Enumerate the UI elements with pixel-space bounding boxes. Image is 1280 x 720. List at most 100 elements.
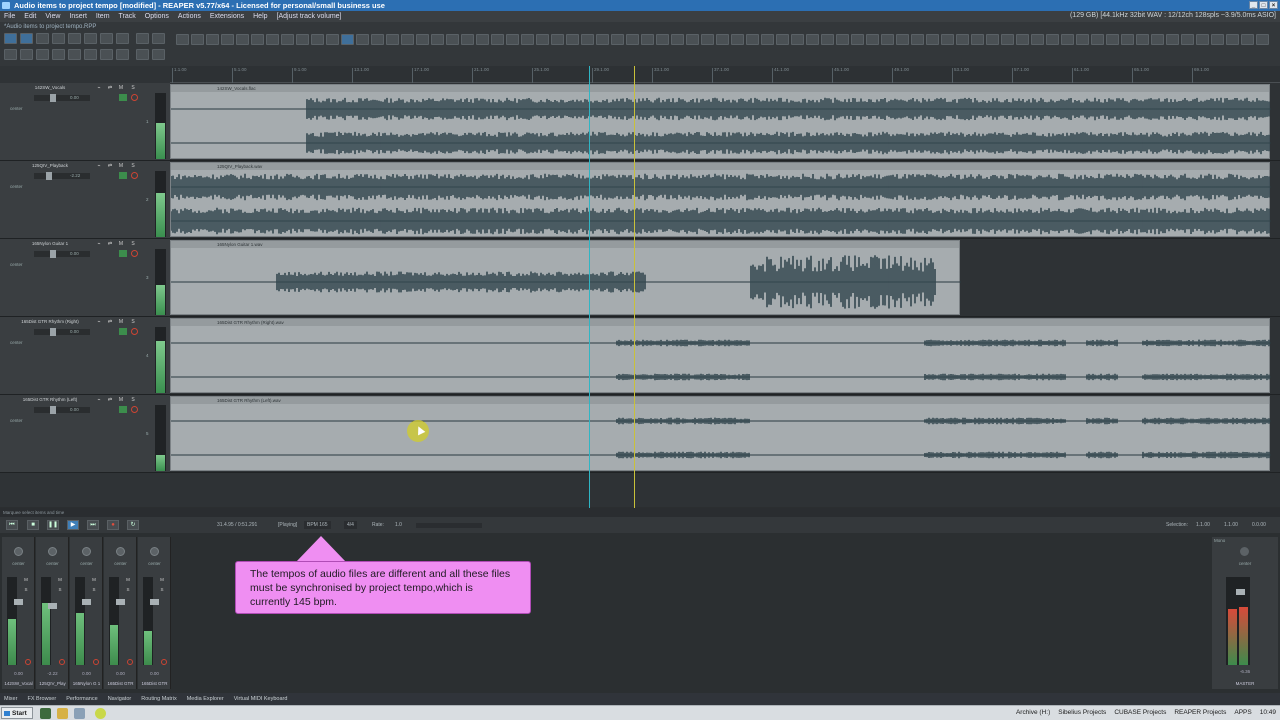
tab-routing-matrix[interactable]: Routing Matrix (141, 696, 176, 702)
toolbar-button[interactable] (1241, 34, 1254, 45)
toolbar-button[interactable] (1046, 34, 1059, 45)
minimize-icon[interactable]: _ (1249, 1, 1258, 9)
toolbar-button[interactable] (281, 34, 294, 45)
toolbar-button[interactable] (656, 34, 669, 45)
tcp-empty-area[interactable] (0, 473, 170, 507)
menu-track[interactable]: Track (119, 13, 136, 20)
track-mute-button[interactable]: M (117, 397, 125, 404)
selection-end[interactable]: 1.1.00 (1224, 522, 1238, 528)
mixer-solo-button[interactable]: S (90, 587, 98, 593)
track-lane[interactable]: 165Dist GTR Rhythm (Right).wav (170, 317, 1280, 395)
toolbar-button[interactable] (956, 34, 969, 45)
start-button[interactable]: Start (1, 707, 33, 719)
repeat-button[interactable]: ↻ (127, 520, 139, 530)
mixer-channel-name[interactable]: 165Nylon G 1 (70, 681, 103, 686)
pause-button[interactable]: ❚❚ (47, 520, 59, 530)
track-solo-button[interactable]: S (129, 85, 137, 92)
mixer-solo-button[interactable]: S (124, 587, 132, 593)
mixer-channel[interactable]: center M S 0.00 165Dist GTR (138, 537, 171, 689)
toolbar-button[interactable] (116, 49, 129, 60)
menu-item[interactable]: Item (96, 13, 110, 20)
mixer-channel-name[interactable]: 165Dist GTR (104, 681, 137, 686)
go-to-end-button[interactable]: ⏭ (87, 520, 99, 530)
track-io-icon[interactable]: ⇄ (106, 241, 114, 248)
mixer-pan-knob[interactable] (14, 547, 23, 556)
toolbar-button[interactable] (152, 49, 165, 60)
media-item[interactable]: 165Nylon Guitar 1.wav (170, 240, 961, 315)
toolbar-button[interactable] (611, 34, 624, 45)
toolbar-button[interactable] (971, 34, 984, 45)
toolbar-button[interactable] (221, 34, 234, 45)
toolbar-button[interactable] (926, 34, 939, 45)
toolbar-button[interactable] (491, 34, 504, 45)
mixer-channel-name[interactable]: 142SW_Vocal (2, 681, 35, 686)
terminal-icon[interactable] (40, 708, 51, 719)
toolbar-button[interactable] (836, 34, 849, 45)
toolbar-button[interactable] (1091, 34, 1104, 45)
toolbar-button[interactable] (416, 34, 429, 45)
track-pan-label[interactable]: center (10, 340, 34, 346)
track-lane[interactable]: 125QIV_Playback.wav (170, 161, 1280, 239)
toolbar-button[interactable] (626, 34, 639, 45)
toolbar-button[interactable] (326, 34, 339, 45)
toolbar-button[interactable] (1121, 34, 1134, 45)
toolbar-button[interactable] (251, 34, 264, 45)
toolbar-button[interactable] (20, 33, 33, 44)
track-name[interactable]: 165Dist GTR Rhythm (Left) (10, 397, 90, 403)
media-item[interactable]: 165Dist GTR Rhythm (Right).wav (170, 318, 1271, 393)
track-control-panel[interactable]: 165Dist GTR Rhythm (Right) ⌁ ⇄ M S 0.00 center… (0, 317, 170, 395)
taskbar-folder-apps[interactable]: APPS (1234, 709, 1251, 716)
stop-button[interactable]: ■ (27, 520, 39, 530)
toolbar-button[interactable] (1001, 34, 1014, 45)
track-fx-toggle[interactable] (119, 250, 127, 257)
mixer-channel[interactable]: center M S 0.00 165Nylon G 1 (70, 537, 103, 689)
tab-mixer[interactable]: Mixer (4, 696, 17, 702)
toolbar-button[interactable] (1211, 34, 1224, 45)
toolbar-button[interactable] (731, 34, 744, 45)
toolbar-button[interactable] (581, 34, 594, 45)
toolbar-button[interactable] (1136, 34, 1149, 45)
toolbar-button[interactable] (191, 34, 204, 45)
menu-file[interactable]: File (4, 13, 15, 20)
track-name[interactable]: 125QIV_Playback (10, 163, 90, 169)
toolbar-button[interactable] (386, 34, 399, 45)
toolbar-button[interactable] (746, 34, 759, 45)
mixer-pan-knob[interactable] (48, 547, 57, 556)
toolbar-button[interactable] (84, 33, 97, 44)
track-solo-button[interactable]: S (129, 397, 137, 404)
toolbar-button[interactable] (52, 49, 65, 60)
track-fx-icon[interactable]: ⌁ (95, 241, 103, 248)
taskbar-folder-reaper[interactable]: REAPER Projects (1174, 709, 1226, 716)
toolbar-button[interactable] (52, 33, 65, 44)
toolbar-button[interactable] (1016, 34, 1029, 45)
toolbar-button[interactable] (1061, 34, 1074, 45)
toolbar-button[interactable] (4, 49, 17, 60)
rate-value[interactable]: 1.0 (395, 522, 402, 528)
track-fx-icon[interactable]: ⌁ (95, 85, 103, 92)
toolbar-button[interactable] (791, 34, 804, 45)
play-button[interactable]: ▶ (67, 520, 79, 530)
track-mute-button[interactable]: M (117, 319, 125, 326)
rate-slider[interactable] (416, 523, 482, 528)
toolbar-button[interactable] (311, 34, 324, 45)
toolbar-button[interactable] (1196, 34, 1209, 45)
toolbar-button[interactable] (551, 34, 564, 45)
menu-options[interactable]: Options (145, 13, 169, 20)
track-volume-slider[interactable] (34, 407, 90, 413)
edit-cursor[interactable] (589, 66, 590, 508)
toolbar-button[interactable] (521, 34, 534, 45)
track-volume-slider[interactable] (34, 329, 90, 335)
mixer-fader-cap[interactable] (14, 599, 23, 605)
toolbar-button[interactable] (506, 34, 519, 45)
toolbar-button[interactable] (68, 49, 81, 60)
toolbar-button[interactable] (1106, 34, 1119, 45)
toolbar-button[interactable] (1151, 34, 1164, 45)
folder-icon[interactable] (57, 708, 68, 719)
toolbar-button[interactable] (596, 34, 609, 45)
browser-icon[interactable] (95, 708, 106, 719)
toolbar-button[interactable] (641, 34, 654, 45)
toolbar-button[interactable] (1181, 34, 1194, 45)
menu-actions[interactable]: Actions (178, 13, 201, 20)
mixer-fader-cap[interactable] (116, 599, 125, 605)
track-volume-knob[interactable] (50, 94, 56, 102)
